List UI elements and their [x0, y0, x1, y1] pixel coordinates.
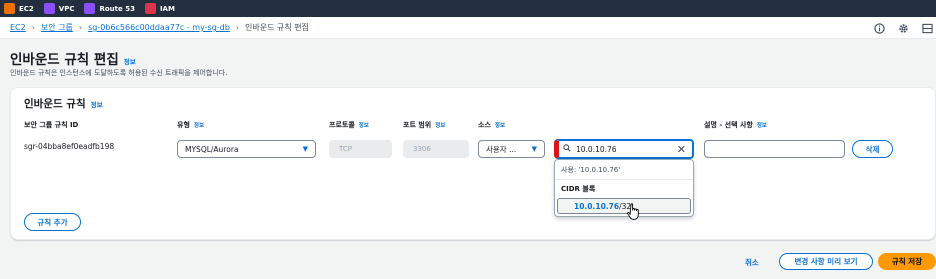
chevron-right-icon: › — [31, 23, 35, 32]
service-bar: EC2 VPC Route 53 IAM — [0, 0, 936, 17]
page-description: 인바운드 규칙은 인스턴스에 도달하도록 허용된 수신 트래픽을 제어합니다. — [10, 69, 228, 77]
breadcrumb-ec2[interactable]: EC2 — [10, 23, 26, 32]
column-label: 유형 — [177, 121, 190, 129]
service-label: EC2 — [19, 4, 34, 13]
save-rules-button[interactable]: 규칙 저장 — [878, 253, 936, 270]
type-select-value: MYSQL/Aurora — [185, 144, 239, 154]
service-vpc[interactable]: VPC — [43, 3, 75, 14]
info-link[interactable]: 정보 — [124, 56, 136, 66]
info-link[interactable]: 정보 — [91, 99, 103, 109]
preview-changes-label: 변경 사항 미리 보기 — [794, 257, 858, 266]
save-rules-label: 규칙 저장 — [891, 257, 923, 266]
column-label: 보안 그룹 규칙 ID — [24, 121, 79, 129]
split-panel-icon[interactable] — [920, 21, 934, 35]
breadcrumb-security-group[interactable]: sg-0b6c566c00ddaa77c - my-sg-db — [88, 23, 230, 32]
service-label: VPC — [58, 4, 75, 13]
info-link[interactable]: 정보 — [757, 123, 767, 129]
column-label: 소스 — [478, 121, 491, 129]
service-label: IAM — [159, 4, 175, 13]
port-range-field: 3306 — [403, 140, 469, 158]
delete-button[interactable]: 삭제 — [852, 140, 893, 158]
breadcrumb-current: 인바운드 규칙 편집 — [245, 23, 310, 32]
service-iam[interactable]: IAM — [144, 3, 175, 14]
column-header-protocol: 프로토콜 정보 — [329, 120, 369, 130]
info-link[interactable]: 정보 — [194, 123, 204, 129]
caret-down-icon: ▼ — [531, 145, 537, 153]
column-label: 포트 범위 — [403, 121, 432, 129]
cidr-group-label: CIDR 블록 — [561, 185, 596, 193]
source-search-value: 10.0.10.76 — [576, 144, 617, 154]
column-label: 프로토콜 — [329, 121, 355, 129]
use-entered-value-option[interactable]: 사용: '10.0.10.76' — [561, 165, 620, 175]
cancel-button[interactable]: 취소 — [745, 257, 759, 268]
add-rule-button[interactable]: 규칙 추가 — [24, 213, 81, 231]
description-input[interactable] — [704, 140, 845, 158]
panel-header: 인바운드 규칙 정보 — [24, 96, 103, 111]
column-header-source: 소스 정보 — [478, 120, 505, 130]
panel-title: 인바운드 규칙 — [24, 98, 86, 110]
chevron-right-icon: › — [78, 23, 83, 32]
service-route53[interactable]: Route 53 — [84, 3, 135, 14]
breadcrumb-security-groups[interactable]: 보안 그룹 — [41, 22, 73, 33]
column-header-rule-id: 보안 그룹 규칙 ID — [24, 120, 78, 130]
column-label: 설명 - 선택 사항 — [704, 121, 753, 129]
search-icon — [563, 144, 571, 154]
cidr-option-match: 10.0.10.76 — [574, 201, 620, 211]
clear-icon[interactable]: ✕ — [677, 144, 686, 155]
column-header-type: 유형 정보 — [177, 120, 204, 130]
breadcrumb: EC2 › 보안 그룹 › sg-0b6c566c00ddaa77c - my-… — [0, 17, 936, 39]
inbound-rules-panel: 인바운드 규칙 정보 보안 그룹 규칙 ID 유형 정보 프로토콜 정보 포트 범위… — [10, 87, 936, 240]
service-label: Route 53 — [99, 4, 135, 13]
column-header-port-range: 포트 범위 정보 — [403, 120, 445, 130]
source-search-input[interactable]: 10.0.10.76 ✕ — [554, 139, 694, 159]
add-rule-button-label: 규칙 추가 — [37, 217, 68, 227]
info-circle-icon[interactable] — [872, 21, 886, 35]
rule-id-value: sgr-04bba8ef0eadfb198 — [24, 142, 115, 151]
caret-down-icon: ▼ — [302, 145, 308, 153]
ec2-icon — [4, 3, 15, 14]
type-select[interactable]: MYSQL/Aurora ▼ — [177, 140, 316, 158]
gear-icon[interactable] — [896, 21, 910, 35]
hand-pointer-icon — [627, 203, 639, 220]
port-range-value: 3306 — [413, 145, 431, 153]
column-header-description: 설명 - 선택 사항 정보 — [704, 120, 767, 130]
utility-icons — [862, 21, 934, 35]
delete-button-label: 삭제 — [865, 144, 880, 154]
source-type-select[interactable]: 사용자 ... ▼ — [478, 140, 545, 158]
source-suggestion-dropdown: 사용: '10.0.10.76' CIDR 블록 10.0.10.76/32 — [554, 159, 694, 217]
service-ec2[interactable]: EC2 — [4, 3, 34, 14]
preview-changes-button[interactable]: 변경 사항 미리 보기 — [779, 253, 873, 270]
page-header: 인바운드 규칙 편집 정보 — [10, 48, 136, 68]
vpc-icon — [43, 3, 55, 14]
info-link[interactable]: 정보 — [495, 123, 505, 129]
protocol-field: TCP — [329, 140, 392, 158]
route53-icon — [84, 3, 96, 14]
source-type-value: 사용자 ... — [486, 144, 517, 154]
divider — [555, 179, 693, 180]
info-link[interactable]: 정보 — [435, 123, 445, 129]
iam-icon — [144, 3, 156, 14]
page-title: 인바운드 규칙 편집 — [10, 52, 119, 68]
info-link[interactable]: 정보 — [359, 123, 369, 129]
protocol-value: TCP — [339, 145, 352, 153]
cidr-option[interactable]: 10.0.10.76/32 — [557, 198, 691, 214]
chevron-right-icon: › — [235, 23, 240, 32]
